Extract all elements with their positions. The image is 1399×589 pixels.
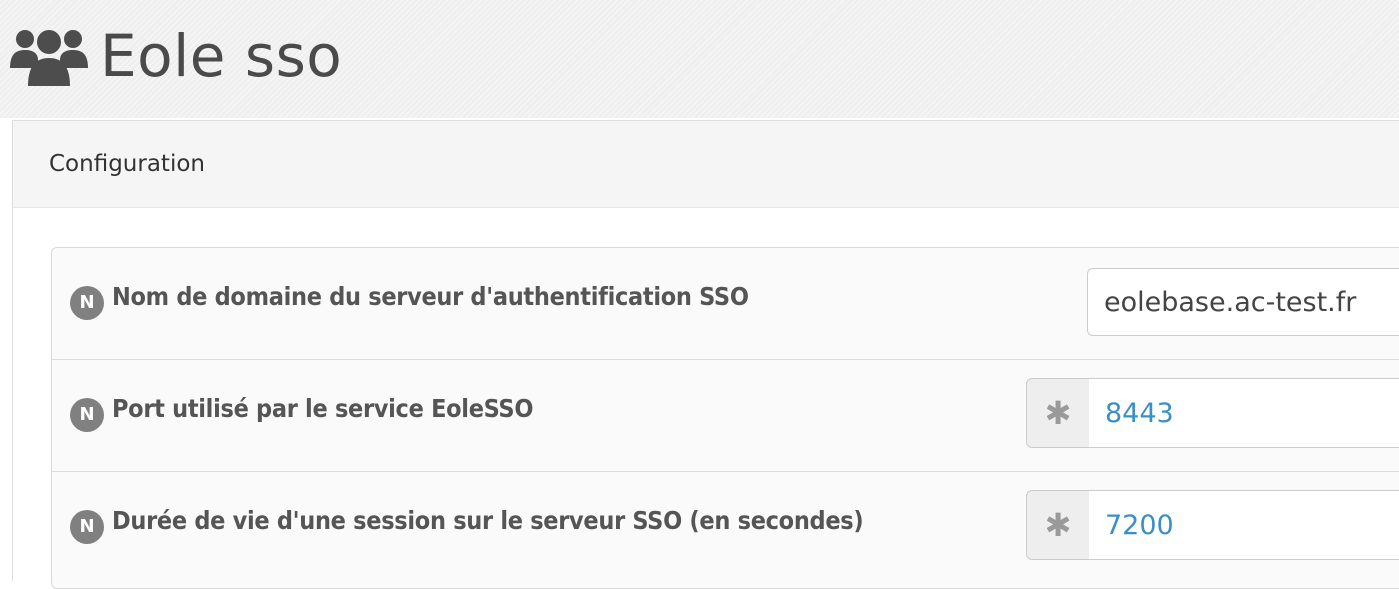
field-label-port: Port utilisé par le service EoleSSO (112, 394, 534, 423)
n-badge-icon: N (70, 286, 104, 320)
n-badge-icon: N (70, 398, 104, 432)
asterisk-icon: ✱ (1026, 378, 1090, 448)
panel-heading: Configuration (13, 121, 1399, 208)
field-row-session: N Durée de vie d'une session sur le serv… (52, 472, 1399, 583)
field-row-port: N Port utilisé par le service EoleSSO ✱ (52, 360, 1399, 472)
domain-input[interactable] (1087, 268, 1399, 336)
fields-box: N Nom de domaine du serveur d'authentifi… (51, 247, 1399, 589)
session-duration-input[interactable] (1089, 490, 1399, 560)
page-header: Eole sso (0, 0, 1399, 118)
panel-title: Configuration (49, 151, 205, 177)
asterisk-icon: ✱ (1026, 490, 1090, 560)
users-icon (10, 30, 88, 86)
configuration-panel: Configuration N Nom de domaine du serveu… (12, 120, 1399, 589)
field-label-domain: Nom de domaine du serveur d'authentifica… (112, 282, 749, 311)
field-label-session: Durée de vie d'une session sur le serveu… (112, 506, 864, 535)
n-badge-icon: N (70, 510, 104, 544)
field-row-domain: N Nom de domaine du serveur d'authentifi… (52, 248, 1399, 360)
page-title: Eole sso (100, 22, 343, 90)
port-input[interactable] (1089, 378, 1399, 448)
